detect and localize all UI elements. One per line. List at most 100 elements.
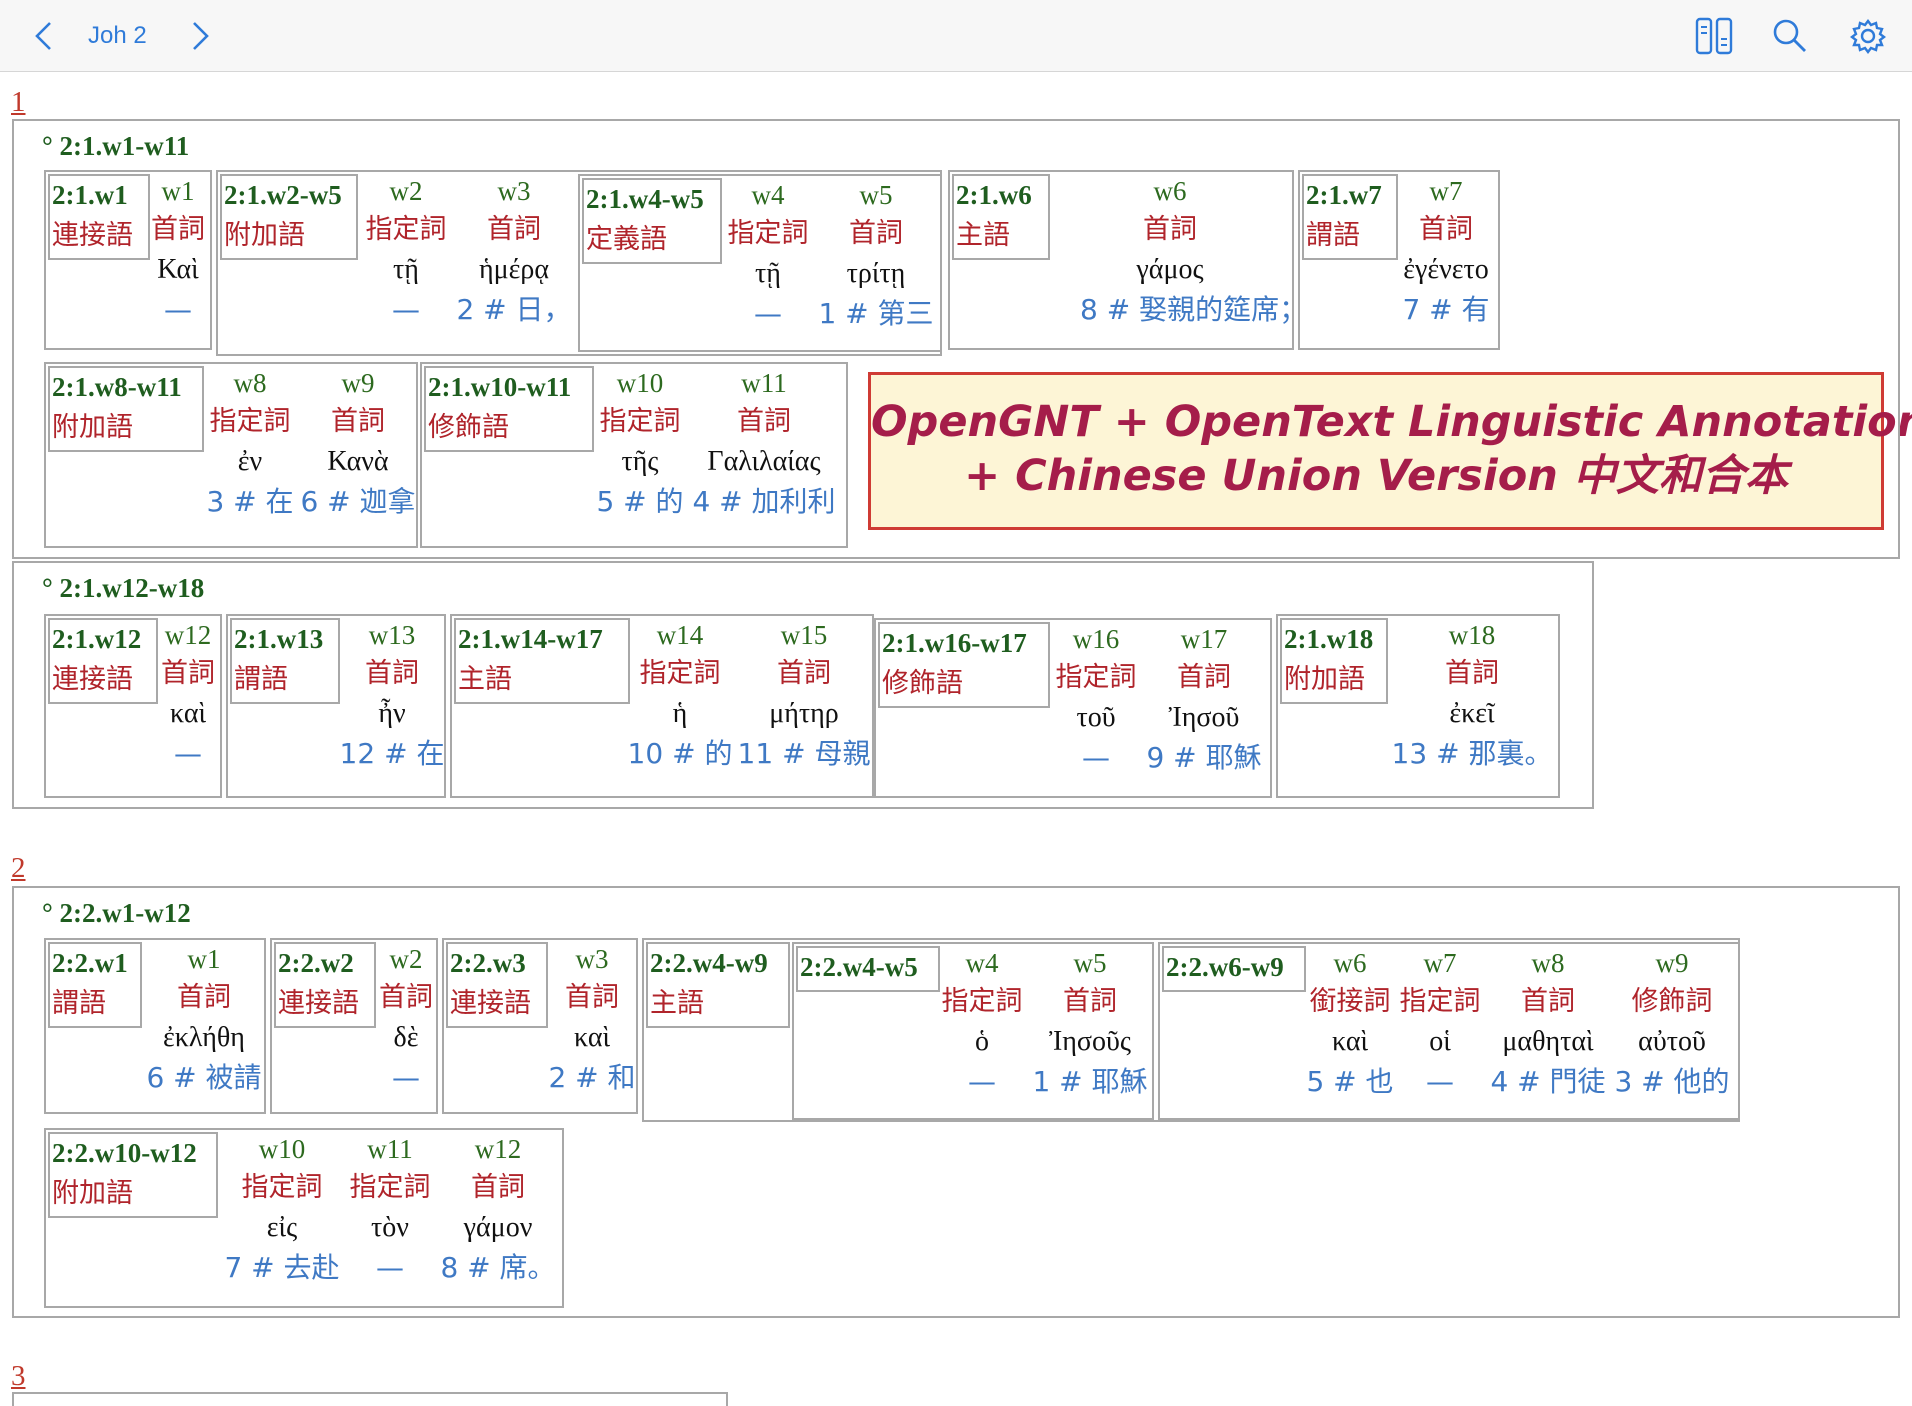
clause-role: 主語	[458, 664, 512, 695]
top-toolbar: Joh 2	[0, 0, 1912, 72]
chevron-left-icon	[35, 22, 51, 50]
verse-number-link[interactable]: 1	[11, 86, 26, 118]
chevron-right-icon	[193, 22, 209, 50]
parallel-view-button[interactable]	[1692, 14, 1736, 58]
word-id: w17	[1180, 624, 1228, 654]
annotation-content: OpenGNT + OpenText Linguistic Annotation…	[0, 72, 1912, 1406]
phrase-label: ° 2:1.w1-w11	[42, 131, 190, 161]
greek-word[interactable]: Ἰησοῦς	[1020, 1026, 1160, 1058]
greek-word[interactable]: αὐτοῦ	[1602, 1026, 1742, 1058]
word-id: w8	[1531, 948, 1565, 978]
clause-role: 附加語	[52, 1178, 133, 1209]
word-id: w7	[1429, 176, 1463, 206]
greek-word[interactable]: ἡ	[610, 698, 750, 730]
previous-chapter-button[interactable]	[28, 14, 60, 58]
word-role: 首詞	[1521, 986, 1575, 1017]
clause-role: 修飾語	[882, 668, 963, 699]
greek-word[interactable]: καὶ	[522, 1022, 662, 1054]
cuv-translation: 1 # 耶穌	[1032, 1065, 1148, 1098]
clause-role: 謂語	[234, 664, 288, 695]
clause-role: 修飾語	[428, 412, 509, 443]
word-id: w3	[575, 944, 609, 974]
word-role: 首詞	[1445, 658, 1499, 689]
cuv-translation: 7 # 有	[1402, 293, 1490, 326]
cuv-translation: 6 # 被請	[146, 1061, 262, 1094]
clause-label: 2:1.w2-w5	[224, 180, 342, 210]
word-id: w10	[616, 368, 664, 398]
word-role: 指定詞	[599, 406, 681, 437]
clause-label: 2:2.w4-w9	[650, 948, 768, 978]
cuv-translation: 1 # 第三	[818, 297, 934, 330]
word-role: 首詞	[1063, 986, 1117, 1017]
cuv-translation: 9 # 耶穌	[1146, 741, 1262, 774]
clause-role: 謂語	[1306, 220, 1360, 251]
verse-number-link[interactable]: 3	[11, 1360, 26, 1392]
greek-word[interactable]: τρίτῃ	[806, 258, 946, 290]
greek-word[interactable]: μήτηρ	[734, 698, 874, 730]
word-id: w5	[1073, 948, 1107, 978]
clause-label: 2:1.w14-w17	[458, 624, 603, 654]
clause-role: 定義語	[586, 224, 667, 255]
word-id: w5	[859, 180, 893, 210]
verse-number-link[interactable]: 2	[11, 852, 26, 884]
next-chapter-button[interactable]	[184, 14, 216, 58]
phrase-label: ° 2:1.w12-w18	[42, 573, 205, 603]
clause-label: 2:1.w7	[1306, 180, 1382, 210]
cuv-translation: 8 # 娶親的筵席；	[1080, 293, 1308, 326]
cuv-translation: 2 # 日，	[456, 293, 572, 326]
parallel-view-icon	[1695, 17, 1733, 55]
clause-label: 2:1.w18	[1284, 624, 1374, 654]
word-id: w13	[368, 620, 416, 650]
word-role: 首詞	[487, 214, 541, 245]
word-id: w1	[187, 944, 221, 974]
greek-word[interactable]: ἐγένετο	[1376, 254, 1516, 286]
word-role: 首詞	[565, 982, 619, 1013]
cuv-translation: 8 # 席。	[440, 1251, 556, 1284]
greek-word[interactable]: γάμον	[428, 1212, 568, 1244]
word-role: 首詞	[331, 406, 385, 437]
clause-role: 附加語	[224, 220, 305, 251]
greek-word[interactable]: ἡμέρᾳ	[444, 254, 584, 286]
clause-label: 2:1.w16-w17	[882, 628, 1027, 658]
greek-word[interactable]: ἐκλήθη	[134, 1022, 274, 1054]
word-role: 首詞	[177, 982, 231, 1013]
word-id: w3	[497, 176, 531, 206]
search-icon	[1773, 19, 1806, 52]
word-role: 首詞	[1143, 214, 1197, 245]
phrase-container	[12, 1392, 728, 1406]
greek-word[interactable]: τῆς	[570, 446, 710, 478]
cuv-translation: 4 # 加利利	[692, 485, 836, 518]
word-id: w6	[1153, 176, 1187, 206]
clause-label: 2:1.w6	[956, 180, 1032, 210]
clause-role: 主語	[956, 220, 1010, 251]
phrase-label: ° 2:2.w1-w12	[42, 898, 191, 928]
chapter-selector[interactable]: Joh 2	[88, 20, 147, 52]
word-role: 指定詞	[639, 658, 721, 689]
search-button[interactable]	[1768, 14, 1812, 58]
word-id: w11	[741, 368, 787, 398]
clause-label: 2:1.w4-w5	[586, 184, 704, 214]
greek-word[interactable]: γάμος	[1100, 254, 1240, 286]
word-role: 首詞	[471, 1172, 525, 1203]
word-role: 首詞	[1177, 662, 1231, 693]
word-id: w9	[1655, 948, 1689, 978]
clause-label: 2:2.w3	[450, 948, 526, 978]
cuv-translation: 13 # 那裏。	[1391, 737, 1553, 770]
greek-word[interactable]: ἐκεῖ	[1402, 698, 1542, 730]
word-id: w18	[1448, 620, 1496, 650]
greek-word[interactable]: Γαλιλαίας	[694, 446, 834, 478]
clause-label: 2:2.w1	[52, 948, 128, 978]
greek-word[interactable]: Ἰησοῦ	[1134, 702, 1274, 734]
clause-label: 2:2.w10-w12	[52, 1138, 197, 1168]
clause-label: 2:1.w8-w11	[52, 372, 182, 402]
settings-button[interactable]	[1846, 14, 1890, 58]
word-role: 首詞	[849, 218, 903, 249]
clause-label: 2:2.w4-w5	[800, 952, 918, 982]
greek-word[interactable]: ἦν	[322, 698, 462, 730]
word-role: 首詞	[737, 406, 791, 437]
greek-word[interactable]: Κανὰ	[288, 446, 428, 478]
word-role: 首詞	[1419, 214, 1473, 245]
greek-word[interactable]: μαθηταὶ	[1478, 1026, 1618, 1058]
clause-role: 連接語	[450, 988, 531, 1019]
word-id: w14	[656, 620, 704, 650]
